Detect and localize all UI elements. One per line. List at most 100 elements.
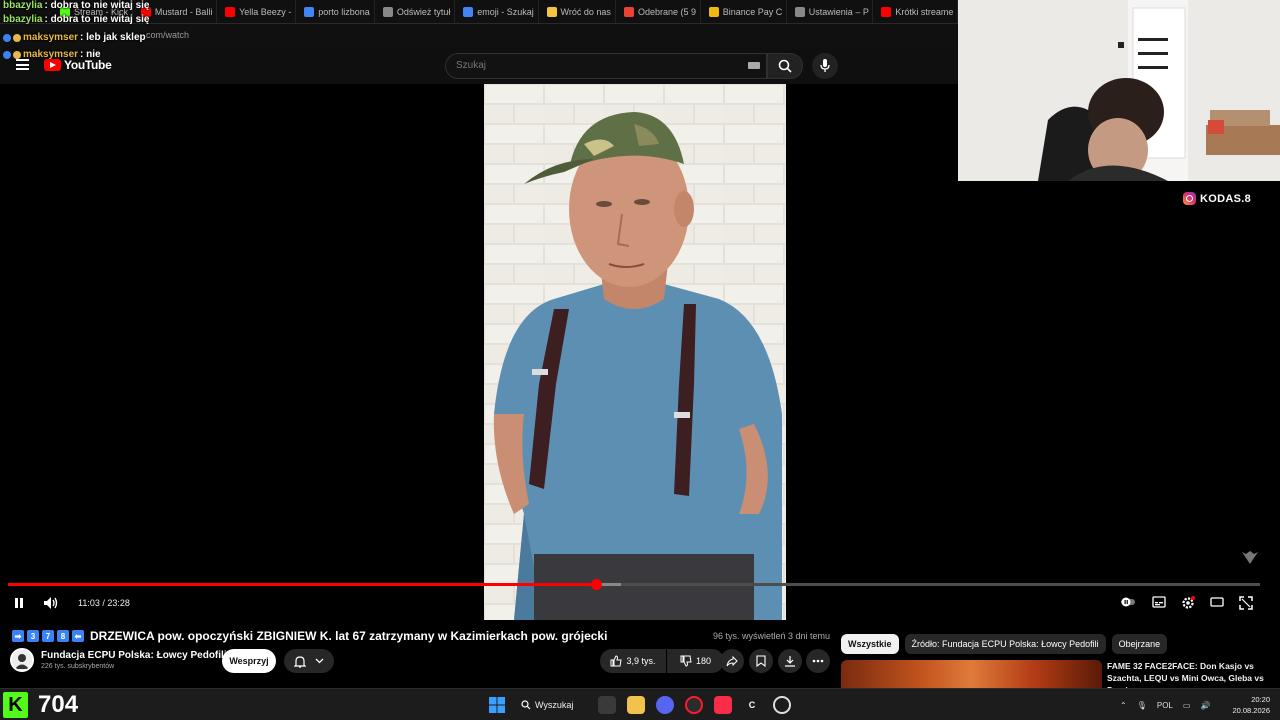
search-input[interactable]: Szukaj: [445, 53, 767, 79]
opera-gx-icon[interactable]: [685, 696, 703, 714]
browser-tab[interactable]: Krótki streame: [873, 0, 958, 23]
windows-icon: [489, 697, 505, 713]
tab-favicon-icon: [624, 6, 635, 17]
pause-icon: [15, 598, 23, 608]
like-count: 3,9 tys.: [626, 656, 656, 666]
arrow-right-emoji-icon: ➡: [12, 630, 24, 642]
chat-message: bbazylia: dobra to nie witaj się: [3, 14, 149, 25]
system-clock[interactable]: 20:20 20.08.2026: [1226, 694, 1270, 716]
volume-button[interactable]: [43, 596, 59, 610]
chip-watched[interactable]: Obejrzane: [1111, 634, 1168, 654]
video-title: DRZEWICA pow. opoczyński ZBIGNIEW K. lat…: [90, 629, 608, 643]
chat-text: : nie: [80, 49, 101, 60]
browser-tab[interactable]: Wróć do nas: [539, 0, 617, 23]
bookmark-icon: [756, 655, 766, 667]
tab-label: Yella Beezy -: [239, 6, 292, 17]
thumbs-down-icon: [680, 655, 692, 667]
fullscreen-button[interactable]: [1239, 596, 1253, 610]
chevron-up-icon[interactable]: ⌃: [1120, 701, 1127, 710]
microphone-tray-icon[interactable]: 🎙: [1137, 701, 1147, 710]
channel-name[interactable]: Fundacja ECPU Polska: Łowcy Pedofili: [41, 650, 227, 661]
chat-username[interactable]: maksymser: [23, 32, 78, 43]
viewer-count: 704: [38, 691, 79, 718]
arrow-left-emoji-icon: ⬅: [72, 630, 84, 642]
taskbar-search[interactable]: Wyszukaj: [521, 696, 581, 714]
chip-all[interactable]: Wszystkie: [841, 634, 899, 654]
tab-label: porto lizbona: [318, 6, 370, 17]
music-app-icon[interactable]: [714, 696, 732, 714]
recommendation-thumbnail[interactable]: [841, 660, 1102, 688]
search-button[interactable]: [767, 53, 803, 79]
channel-avatar[interactable]: [10, 648, 34, 672]
channel-row: Fundacja ECPU Polska: Łowcy Pedofili 226…: [10, 648, 830, 676]
tab-favicon-icon: [881, 6, 892, 17]
windows-taskbar: K 704 Wyszukaj C ⌃ 🎙 POL ▭ 🔊 20:20 20.08…: [0, 688, 1280, 720]
browser-tab[interactable]: Binance Pay C: [701, 0, 787, 23]
clock-date: 20.08.2026: [1232, 706, 1270, 715]
chat-username[interactable]: maksymser: [23, 49, 78, 60]
video-frame[interactable]: [484, 84, 786, 620]
clock-time: 20:20: [1251, 695, 1270, 704]
settings-button[interactable]: [1181, 596, 1195, 610]
more-horizontal-icon: [812, 659, 824, 663]
capcut-icon[interactable]: C: [743, 696, 761, 714]
notifications-button[interactable]: [284, 649, 334, 673]
video-thumbnail-image: [484, 84, 786, 620]
browser-tab[interactable]: Odebrane (5 9: [616, 0, 701, 23]
support-button[interactable]: Wesprzyj: [222, 649, 276, 673]
file-explorer-icon[interactable]: [627, 696, 645, 714]
like-button[interactable]: 3,9 tys.: [600, 649, 666, 673]
title-number-box: 3: [27, 630, 39, 642]
pause-button[interactable]: [12, 596, 26, 610]
chat-text: : leb jak sklep: [80, 32, 146, 43]
search-icon: [778, 59, 792, 73]
tab-favicon-icon: [708, 6, 719, 17]
video-title-row: ➡ 3 7 8 ⬅ DRZEWICA pow. opoczyński ZBIGN…: [12, 628, 832, 644]
keyboard-icon[interactable]: [748, 62, 760, 69]
time-display: 11:03 / 23:28: [78, 598, 130, 608]
download-button[interactable]: [778, 649, 802, 673]
chatgpt-icon[interactable]: [773, 696, 791, 714]
chat-username[interactable]: bbazylia: [3, 0, 42, 11]
tab-label: Odebrane (5 9: [638, 6, 697, 17]
taskbar-search-label: Wyszukaj: [535, 700, 574, 710]
chip-source[interactable]: Źródło: Fundacja ECPU Polska: Łowcy Pedo…: [904, 634, 1106, 654]
browser-tab[interactable]: Odśwież tytuł: [375, 0, 456, 23]
share-button[interactable]: [720, 649, 744, 673]
tab-label: emoji - Szukaj: [477, 6, 534, 17]
thumbs-up-icon: [610, 655, 623, 667]
instagram-icon: [1183, 192, 1196, 205]
speaker-icon[interactable]: 🔊: [1200, 701, 1210, 710]
chat-username[interactable]: bbazylia: [3, 14, 42, 25]
autoplay-toggle[interactable]: [1120, 596, 1136, 608]
progress-bar[interactable]: [8, 579, 1260, 590]
browser-tab[interactable]: Ustawienia – P: [787, 0, 874, 23]
save-button[interactable]: [749, 649, 773, 673]
browser-tab[interactable]: porto lizbona: [296, 0, 375, 23]
subtitles-button[interactable]: [1152, 596, 1166, 608]
tab-label: Wróć do nas: [560, 6, 611, 17]
chat-text: : dobra to nie witaj się: [44, 14, 150, 25]
dislike-count: 180: [695, 656, 712, 666]
network-icon[interactable]: ▭: [1183, 701, 1191, 710]
dislike-button[interactable]: 180: [667, 649, 724, 673]
download-icon: [785, 656, 795, 667]
discord-icon[interactable]: [656, 696, 674, 714]
more-actions-button[interactable]: [806, 649, 830, 673]
theater-mode-button[interactable]: [1210, 596, 1224, 608]
recommendation-chips: Wszystkie Źródło: Fundacja ECPU Polska: …: [841, 634, 1168, 654]
autoplay-toggle-icon: [1121, 597, 1135, 607]
title-number-box: 8: [57, 630, 69, 642]
tab-label: Krótki streame: [895, 6, 954, 17]
start-button[interactable]: [488, 696, 506, 714]
channel-avatar-image: [12, 650, 32, 670]
browser-tab[interactable]: emoji - Szukaj: [455, 0, 539, 23]
volume-icon: [44, 597, 58, 609]
view-count: 96 tys. wyświetleń 3 dni temu: [713, 631, 831, 641]
browser-tab[interactable]: Yella Beezy -: [217, 0, 297, 23]
tab-favicon-icon: [382, 6, 393, 17]
chat-message: bbazylia: dobra to nie witaj się: [3, 0, 149, 11]
language-indicator[interactable]: POL: [1157, 701, 1173, 710]
task-view-icon[interactable]: [598, 696, 616, 714]
voice-search-button[interactable]: [812, 53, 838, 79]
